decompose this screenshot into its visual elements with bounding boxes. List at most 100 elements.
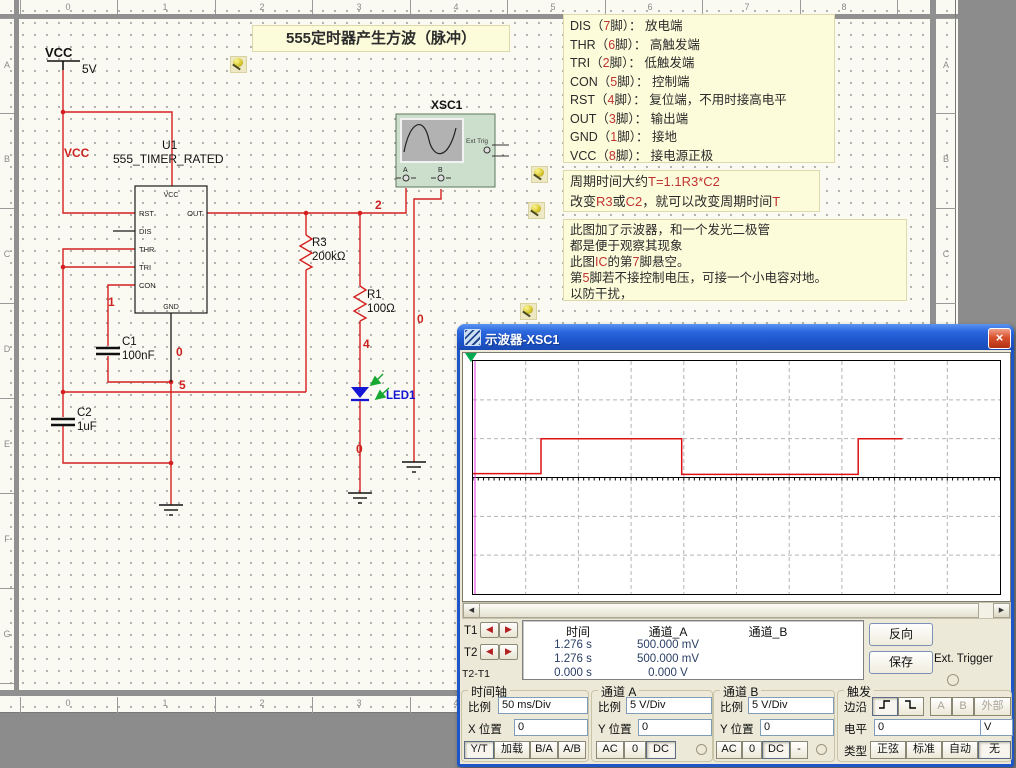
scroll-right-icon[interactable]: ▶ xyxy=(993,603,1010,618)
oscilloscope-titlebar[interactable]: 示波器-XSC1 × xyxy=(457,324,1014,350)
ground-symbol[interactable] xyxy=(159,505,183,515)
falling-edge-button[interactable] xyxy=(898,697,924,716)
cursor-readout-display: 时间 通道_A 通道_B 1.276 s 500.000 mV 1.276 s … xyxy=(522,620,864,680)
pin-label-tri: TRI xyxy=(139,263,151,272)
u1-part-label: 555_TIMER_RATED xyxy=(113,152,224,166)
left-arrow-icon: ◀ xyxy=(486,646,493,656)
channel-b-dc-button[interactable]: DC xyxy=(762,741,790,759)
timebase-scale-label: 比例 xyxy=(468,699,491,715)
channel-b-knob[interactable] xyxy=(816,744,827,755)
timebase-xpos-input[interactable]: 0 xyxy=(514,719,588,736)
ground-symbol[interactable] xyxy=(348,493,372,503)
info-note[interactable]: 此图加了示波器，和一个发光二极管 都是便于观察其现象 此图IC的第7脚悬空。 第… xyxy=(563,219,907,301)
period-formula-note[interactable]: 周期时间大约T=1.1R3*C2 改变R3或C2，就可以改变周期时间T xyxy=(563,170,820,212)
vcc-power-symbol[interactable] xyxy=(47,61,80,70)
pushpin-icon[interactable] xyxy=(528,202,545,219)
trigger-type-single-button[interactable]: 正弦 xyxy=(870,741,906,759)
pin-label-dis: DIS xyxy=(139,227,152,236)
vcc-value-label: 5V xyxy=(82,62,97,76)
note-line: DIS（7脚）： 放电端 xyxy=(570,17,828,36)
channel-a-zero-button[interactable]: 0 xyxy=(624,741,646,759)
oscilloscope-icon[interactable] xyxy=(396,114,509,187)
timebase-scale-input[interactable]: 50 ms/Div xyxy=(498,697,588,714)
channel-b-ypos-input[interactable]: 0 xyxy=(760,719,834,736)
trigger-level-input[interactable]: 0 xyxy=(874,719,982,736)
channel-b-zero-button[interactable]: 0 xyxy=(742,741,762,759)
channel-a-knob[interactable] xyxy=(696,744,707,755)
led1[interactable] xyxy=(351,387,369,400)
channel-a-scale-input[interactable]: 5 V/Div xyxy=(626,697,712,714)
channel-a-dc-button[interactable]: DC xyxy=(646,741,676,759)
channel-b-scale-label: 比例 xyxy=(720,699,743,715)
mode-add-button[interactable]: 加载 xyxy=(494,741,530,759)
t2-channel-a-value: 500.000 mV xyxy=(623,653,713,665)
channel-a-group: 通道 A 比例 5 V/Div Y 位置 0 AC 0 DC xyxy=(591,690,713,762)
channel-b-invert-button[interactable]: - xyxy=(790,741,808,759)
r1-ref-label: R1 xyxy=(367,289,382,301)
channel-a-ac-button[interactable]: AC xyxy=(596,741,624,759)
terminal-a-label: A xyxy=(403,167,408,174)
scrollbar-thumb[interactable] xyxy=(479,603,979,618)
ext-trig-label: Ext Trig xyxy=(466,138,488,145)
ext-trigger-label: Ext. Trigger xyxy=(934,653,993,665)
mode-yt-button[interactable]: Y/T xyxy=(464,741,494,759)
r3-ref-label: R3 xyxy=(312,237,327,249)
trigger-source-ext-button[interactable]: 外部 xyxy=(974,697,1011,716)
note-line: VCC（8脚）： 接电源正极 xyxy=(570,147,828,166)
wires[interactable] xyxy=(63,70,441,505)
scope-scrollbar[interactable]: ◀ ▶ xyxy=(462,602,1011,619)
t2-left-button[interactable]: ◀ xyxy=(480,644,499,660)
pushpin-icon[interactable] xyxy=(230,56,247,73)
close-icon: × xyxy=(996,330,1004,345)
pin-label-out: OUT xyxy=(187,209,203,218)
t1-channel-a-value: 500.000 mV xyxy=(623,639,713,651)
right-arrow-icon: ▶ xyxy=(505,624,512,634)
close-button[interactable]: × xyxy=(988,328,1011,349)
t1-left-button[interactable]: ◀ xyxy=(480,622,499,638)
vcc-symbol-label: VCC xyxy=(45,45,73,60)
ext-trigger-knob[interactable] xyxy=(947,674,959,686)
resistor-r1[interactable] xyxy=(354,286,366,321)
trigger-group-label: 触发 xyxy=(844,683,874,700)
scroll-left-icon[interactable]: ◀ xyxy=(463,603,480,618)
pushpin-icon[interactable] xyxy=(531,166,548,183)
mode-ba-button[interactable]: B/A xyxy=(530,741,558,759)
pin-label-con: CON xyxy=(139,281,156,290)
trigger-type-none-button[interactable]: 无 xyxy=(978,741,1011,759)
net-label-0: 0 xyxy=(176,345,183,359)
capacitor-c2[interactable] xyxy=(51,419,75,425)
ground-symbol[interactable] xyxy=(402,462,426,472)
terminal-b xyxy=(438,175,444,181)
trigger-type-auto-button[interactable]: 自动 xyxy=(942,741,978,759)
net-label-0: 0 xyxy=(417,312,424,326)
note-line: TRI（2脚）： 低触发端 xyxy=(570,54,828,73)
pin-label-thr: THR xyxy=(139,245,155,254)
title-note[interactable]: 555定时器产生方波（脉冲） xyxy=(252,25,510,52)
note-line: GND（1脚）： 接地 xyxy=(570,128,828,147)
oscilloscope-window[interactable]: 示波器-XSC1 × ◀ ▶ T1 ◀ ▶ T2 ◀ ▶ T2-T1 时间 通道… xyxy=(457,324,1014,767)
channel-b-scale-input[interactable]: 5 V/Div xyxy=(748,697,834,714)
trigger-source-a-button[interactable]: A xyxy=(930,697,952,716)
trigger-type-label: 类型 xyxy=(844,743,867,759)
trigger-level-unit[interactable]: V xyxy=(980,719,1013,736)
channel-a-ypos-input[interactable]: 0 xyxy=(638,719,712,736)
scope-waveform-plot[interactable] xyxy=(472,360,1001,595)
c2-ref-label: C2 xyxy=(77,407,92,419)
pushpin-icon[interactable] xyxy=(520,303,537,320)
rising-edge-button[interactable] xyxy=(872,697,898,716)
reverse-button[interactable]: 反向 xyxy=(869,623,933,646)
terminal-a xyxy=(403,175,409,181)
left-arrow-icon: ◀ xyxy=(486,624,493,634)
note-line: 周期时间大约T=1.1R3*C2 xyxy=(570,172,813,192)
save-button[interactable]: 保存 xyxy=(869,651,933,674)
trigger-source-b-button[interactable]: B xyxy=(952,697,974,716)
mode-ab-button[interactable]: A/B xyxy=(558,741,586,759)
trigger-type-normal-button[interactable]: 标准 xyxy=(906,741,942,759)
t1-time-value: 1.276 s xyxy=(533,639,613,651)
capacitor-c1[interactable] xyxy=(96,348,120,354)
resistor-r3[interactable] xyxy=(300,235,312,270)
channel-b-ac-button[interactable]: AC xyxy=(716,741,742,759)
pin-description-note[interactable]: DIS（7脚）： 放电端 THR（6脚）： 高触发端 TRI（2脚）： 低触发端… xyxy=(563,14,835,163)
t1-right-button[interactable]: ▶ xyxy=(499,622,518,638)
t2-right-button[interactable]: ▶ xyxy=(499,644,518,660)
